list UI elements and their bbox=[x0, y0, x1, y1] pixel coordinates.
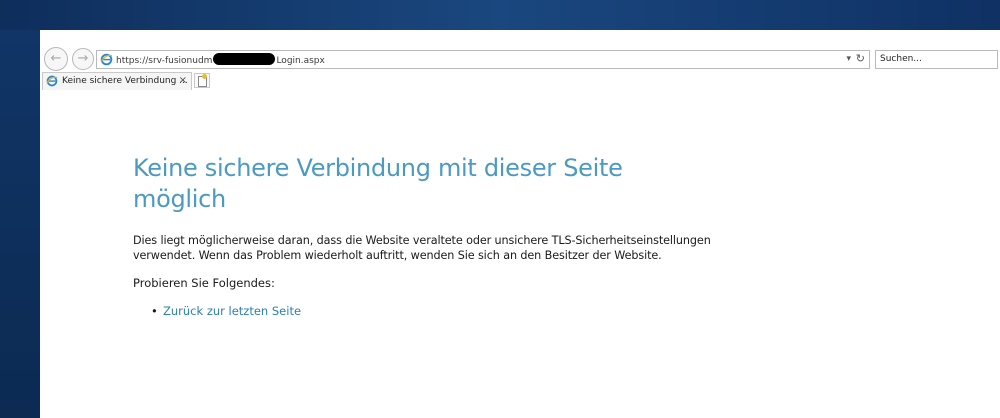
bullet-icon: • bbox=[151, 304, 158, 318]
search-input[interactable]: Suchen... bbox=[880, 53, 922, 66]
refresh-icon[interactable]: ↻ bbox=[856, 52, 865, 66]
list-item: • Zurück zur letzten Seite bbox=[151, 304, 301, 319]
suggestion-list: • Zurück zur letzten Seite bbox=[151, 304, 301, 319]
tab-active[interactable]: Keine sichere Verbindung ... × bbox=[42, 72, 192, 90]
close-icon[interactable]: × bbox=[179, 74, 187, 88]
new-tab-star-icon bbox=[202, 74, 207, 79]
tab-strip: Keine sichere Verbindung ... × bbox=[40, 71, 1000, 91]
page-content: Keine sichere Verbindung mit dieser Seit… bbox=[40, 90, 1000, 418]
back-arrow-icon: ← bbox=[50, 51, 62, 66]
ie-icon bbox=[46, 75, 58, 87]
desktop-background-top bbox=[0, 0, 1000, 30]
forward-button[interactable]: → bbox=[72, 48, 94, 70]
try-heading: Probieren Sie Folgendes: bbox=[133, 276, 275, 290]
new-tab-button[interactable] bbox=[194, 73, 210, 88]
forward-arrow-icon: → bbox=[77, 51, 89, 66]
back-to-last-page-link[interactable]: Zurück zur letzten Seite bbox=[163, 304, 301, 318]
search-box[interactable]: Suchen... bbox=[875, 50, 998, 69]
address-url-suffix: Login.aspx bbox=[276, 56, 325, 66]
browser-toolbar: ← → https://srv-fusionudm Login.aspx ▾ ↻ … bbox=[40, 30, 1000, 71]
browser-window: ← → https://srv-fusionudm Login.aspx ▾ ↻ … bbox=[40, 30, 1000, 418]
tab-title: Keine sichere Verbindung ... bbox=[62, 76, 188, 86]
address-url-prefix: https://srv-fusionudm bbox=[116, 56, 213, 66]
address-url[interactable]: https://srv-fusionudm Login.aspx bbox=[116, 53, 325, 68]
error-description: Dies liegt möglicherweise daran, dass di… bbox=[133, 234, 711, 262]
ie-icon bbox=[100, 53, 113, 66]
redaction-mark bbox=[213, 53, 276, 65]
desktop-background-left bbox=[0, 30, 40, 418]
address-dropdown-icon[interactable]: ▾ bbox=[846, 53, 851, 66]
page-title: Keine sichere Verbindung mit dieser Seit… bbox=[133, 154, 623, 213]
address-bar[interactable]: https://srv-fusionudm Login.aspx ▾ ↻ bbox=[96, 50, 870, 69]
back-button[interactable]: ← bbox=[44, 47, 68, 71]
